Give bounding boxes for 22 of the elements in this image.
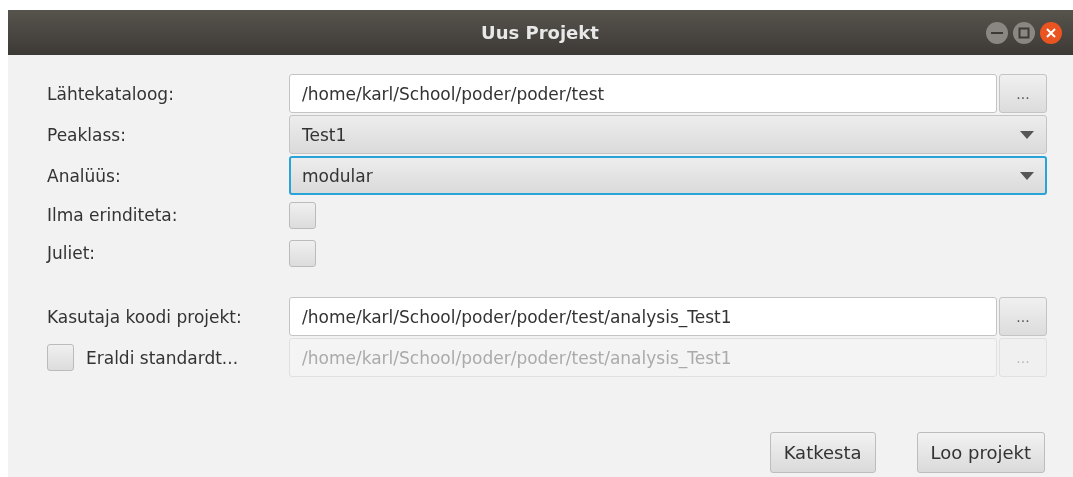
- field-label: Kasutaja koodi projekt:: [47, 305, 243, 329]
- caret-icon: [1020, 171, 1034, 180]
- field-label: Analüüs:: [47, 164, 122, 188]
- field-label: Lähtekataloog:: [47, 82, 175, 106]
- dropdown[interactable]: modular: [289, 156, 1047, 195]
- checkbox[interactable]: [289, 239, 316, 267]
- browse-button[interactable]: ...: [999, 297, 1047, 336]
- field-label: Juliet:: [47, 242, 97, 265]
- dropdown[interactable]: Test1: [289, 115, 1047, 154]
- path-field[interactable]: /home/karl/School/poder/poder/test/analysis_Test1: [289, 297, 997, 336]
- minimize-icon[interactable]: [985, 21, 1009, 45]
- field-label: Ilma erinditeta:: [47, 204, 179, 227]
- checkbox-label: Eraldi standardt...: [86, 347, 239, 368]
- field-label: Peaklass:: [47, 123, 127, 147]
- path-field[interactable]: /home/karl/School/poder/poder/test: [289, 74, 997, 113]
- dialog-button[interactable]: Loo projekt: [916, 432, 1045, 473]
- caret-icon: [1020, 130, 1034, 139]
- dialog-button[interactable]: Katkesta: [769, 432, 876, 473]
- browse-button[interactable]: ...: [999, 74, 1047, 113]
- close-icon[interactable]: [1039, 21, 1063, 45]
- window-title: Uus Projekt: [481, 22, 599, 43]
- checkbox[interactable]: [289, 201, 316, 229]
